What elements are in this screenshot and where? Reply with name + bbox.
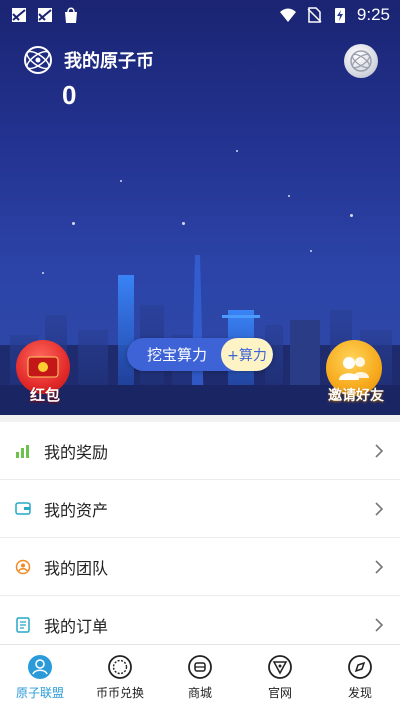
wallet-icon [15,502,31,515]
mining-power-label: 挖宝算力 [146,346,207,364]
nav-label: 商城 [187,686,212,700]
nav-alliance[interactable]: 原子联盟 [0,645,80,710]
menu-item-rewards[interactable]: 我的奖励 [0,422,400,480]
nav-label: 原子联盟 [15,686,64,700]
avatar[interactable] [344,44,378,78]
order-icon [16,616,30,633]
app-screen: 我的原子币 0 红包 挖宝算力 +算力 邀请好友 9:25 我的奖励 我的资产 … [0,0,400,710]
page-title: 我的原子币 [64,51,154,72]
menu-item-assets[interactable]: 我的资产 [0,480,400,538]
battery-charging-icon [334,8,345,23]
bar-chart-icon [16,444,29,458]
wifi-icon [279,8,296,22]
exchange-icon [108,655,132,679]
no-sim-icon [307,7,322,23]
clock: 9:25 [356,5,390,24]
menu-list: 我的奖励 我的资产 我的团队 我的订单 [0,422,400,654]
chevron-right-icon [375,617,384,632]
team-icon [15,559,31,574]
redpack-label: 红包 [29,386,60,404]
red-envelope-icon [27,356,59,378]
menu-item-team[interactable]: 我的团队 [0,538,400,596]
nav-exchange[interactable]: 币币兑换 [80,645,160,710]
shopping-bag-icon [65,7,77,23]
shop-icon [188,655,212,679]
nav-shop[interactable]: 商城 [160,645,240,710]
website-icon [268,655,292,679]
nav-label: 官网 [267,686,292,700]
add-power-button[interactable]: +算力 [221,338,273,371]
chevron-right-icon [375,559,384,574]
mining-power-pill[interactable]: 挖宝算力 +算力 [127,338,273,371]
invite-friends-button[interactable]: 邀请好友 [326,340,386,408]
bottom-nav: 原子联盟 币币兑换 商城 官网 发现 [0,644,400,710]
menu-item-label: 我的奖励 [44,442,109,462]
nav-label: 币币兑换 [95,686,144,700]
compass-icon [348,655,372,679]
atom-logo-icon [24,46,52,74]
notification-app-icon [12,8,26,22]
redpack-button[interactable]: 红包 [16,340,74,408]
nav-website[interactable]: 官网 [240,645,320,710]
invite-friends-label: 邀请好友 [328,388,384,404]
nav-discover[interactable]: 发现 [320,645,400,710]
atom-avatar-icon [350,50,372,72]
chevron-right-icon [375,501,384,516]
chevron-right-icon [375,443,384,458]
notification-app-icon [38,8,52,22]
brand-row: 我的原子币 [22,44,154,76]
people-icon [339,357,369,380]
menu-item-label: 我的订单 [44,616,109,636]
status-bar: 9:25 [0,0,400,30]
user-circle-icon [28,655,52,679]
nav-label: 发现 [347,686,372,700]
menu-item-label: 我的资产 [44,500,109,520]
menu-item-label: 我的团队 [44,558,109,578]
coin-balance: 0 [62,80,77,110]
hero-banner: 我的原子币 0 红包 挖宝算力 +算力 邀请好友 [0,0,400,415]
